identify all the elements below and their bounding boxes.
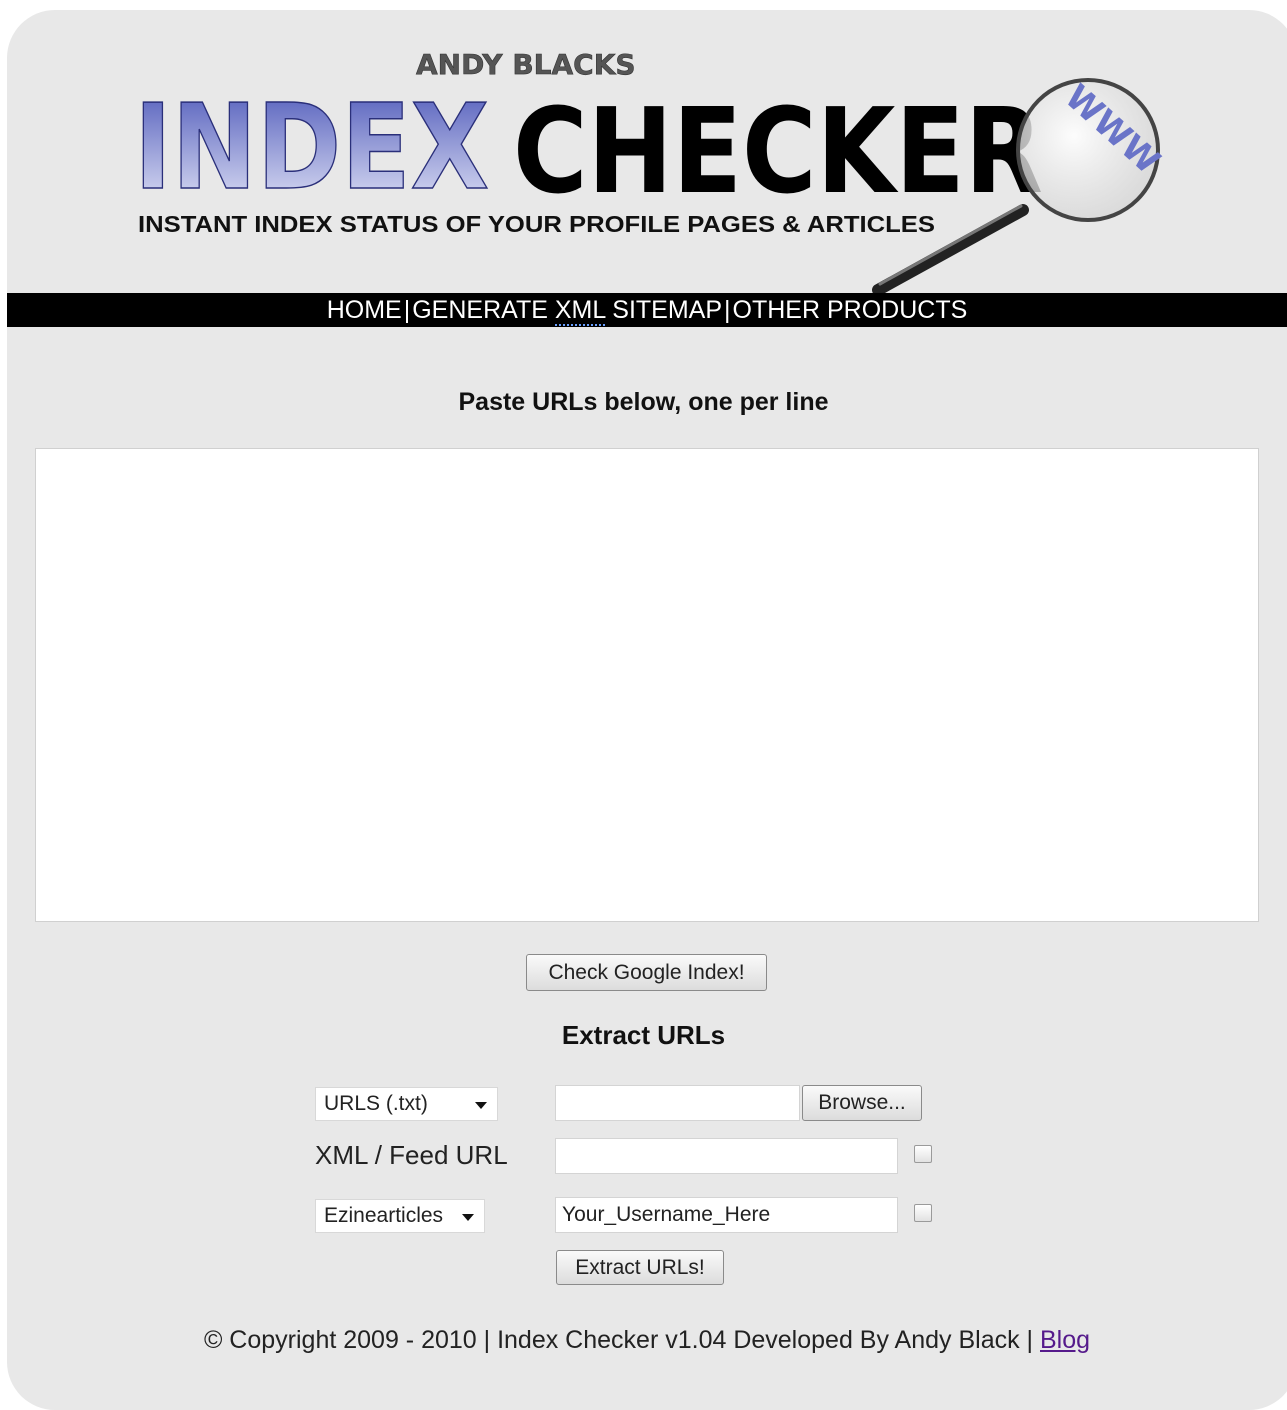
nav-generate-prefix: GENERATE: [412, 296, 555, 324]
nav-other-products[interactable]: OTHER PRODUCTS: [733, 296, 968, 324]
footer-copyright: © Copyright 2009 - 2010 | Index Checker …: [203, 1326, 1040, 1354]
feed-checkbox[interactable]: [914, 1145, 932, 1163]
site-select-value: Ezinearticles: [324, 1204, 444, 1227]
extract-urls-button[interactable]: Extract URLs!: [556, 1250, 724, 1285]
xml-feed-url-input[interactable]: [555, 1138, 898, 1174]
site-logo[interactable]: ANDY BLACKS INDEX CHECKER WWW INSTANT IN…: [128, 40, 1178, 300]
xml-feed-url-label: XML / Feed URL: [315, 1140, 508, 1170]
footer-blog-link[interactable]: Blog: [1040, 1326, 1090, 1354]
footer: © Copyright 2009 - 2010 | Index Checker …: [0, 1326, 1287, 1355]
nav-generate-suffix: SITEMAP: [605, 296, 723, 324]
urls-textarea[interactable]: [35, 448, 1259, 922]
logo-index-word: INDEX: [134, 78, 489, 216]
nav-separator: |: [724, 296, 731, 324]
file-path-input[interactable]: [555, 1085, 800, 1121]
file-type-select-value: URLS (.txt): [324, 1092, 428, 1115]
nav-separator: |: [403, 296, 411, 324]
check-google-index-button[interactable]: Check Google Index!: [526, 954, 767, 991]
chevron-down-icon: [475, 1102, 487, 1109]
chevron-down-icon: [462, 1214, 474, 1221]
paste-urls-label: Paste URLs below, one per line: [458, 388, 829, 416]
username-input[interactable]: Your_Username_Here: [555, 1197, 898, 1233]
browse-button[interactable]: Browse...: [802, 1085, 922, 1121]
username-checkbox[interactable]: [914, 1204, 932, 1222]
logo-andy-blacks: ANDY BLACKS: [416, 48, 636, 81]
top-nav: HOME|GENERATE XML SITEMAP|OTHER PRODUCTS: [7, 293, 1287, 327]
nav-generate-xml-sitemap[interactable]: GENERATE XML SITEMAP: [412, 296, 722, 326]
logo-checker-word: CHECKER: [513, 82, 1043, 220]
site-select[interactable]: Ezinearticles: [315, 1199, 485, 1233]
logo-tagline: INSTANT INDEX STATUS OF YOUR PROFILE PAG…: [138, 211, 935, 237]
extract-urls-heading: Extract URLs: [561, 1020, 726, 1050]
file-type-select[interactable]: URLS (.txt): [315, 1087, 498, 1121]
nav-xml-word: XML: [554, 296, 606, 326]
nav-home[interactable]: HOME: [327, 296, 402, 324]
